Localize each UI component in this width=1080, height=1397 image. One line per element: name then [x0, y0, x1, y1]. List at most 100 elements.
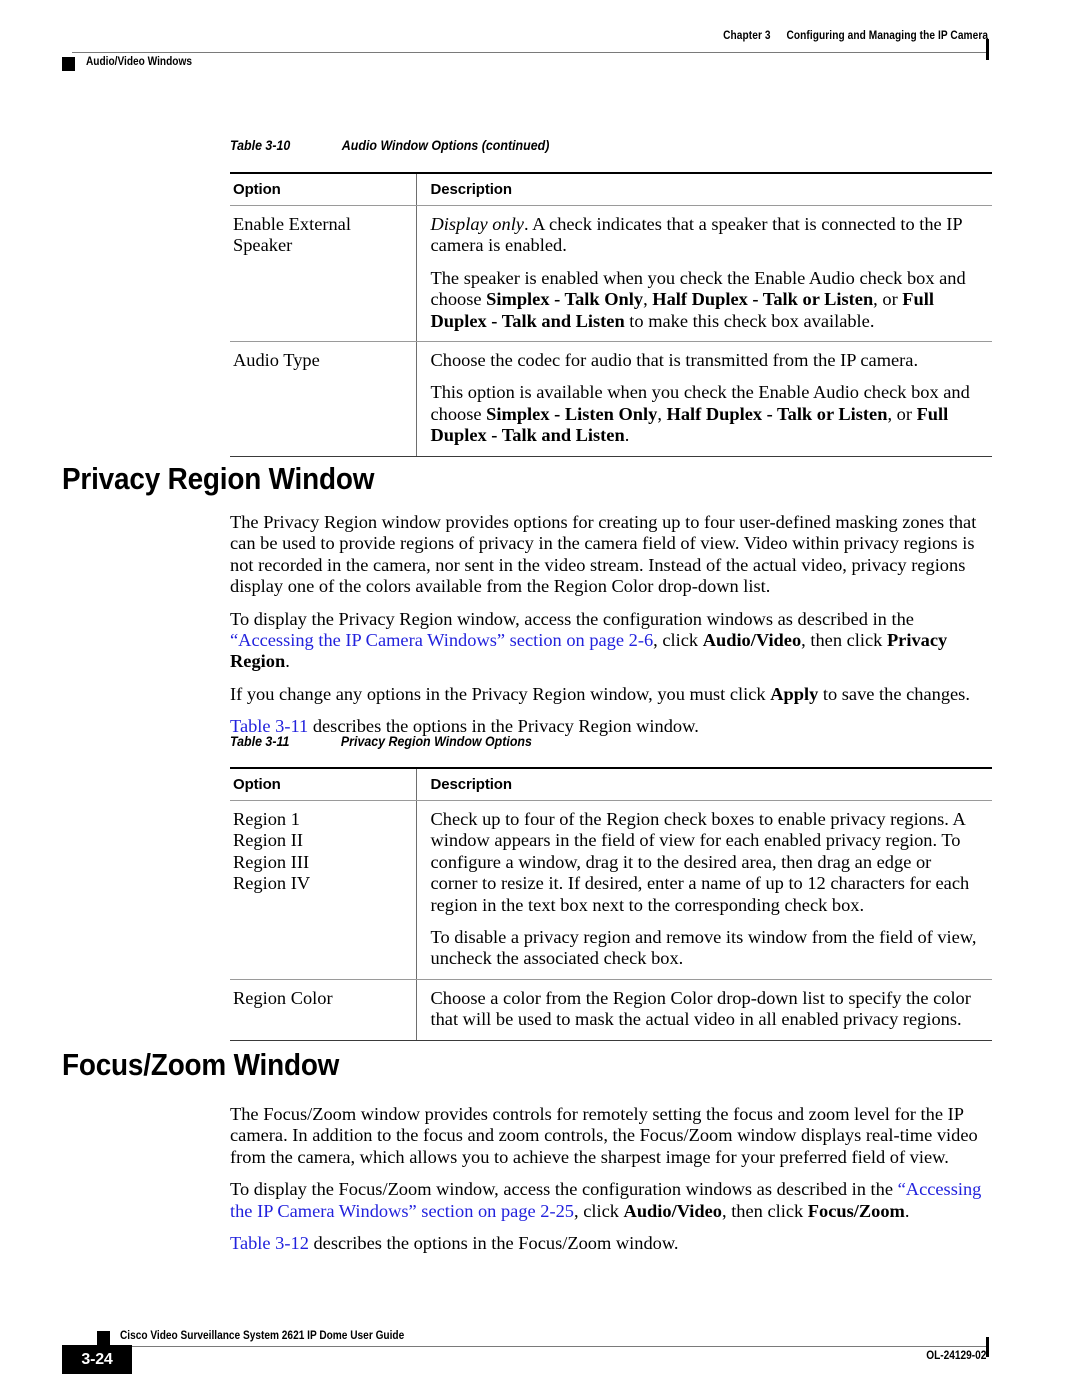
- run-normal: Check up to four of the Region check box…: [430, 809, 970, 915]
- description-paragraph: Display only. A check indicates that a s…: [431, 214, 983, 257]
- cell-description: Display only. A check indicates that a s…: [415, 205, 992, 343]
- run-bold: Audio/Video: [702, 630, 802, 651]
- run-normal: The Focus/Zoom window provides controls …: [230, 1104, 978, 1167]
- table-3-11-caption-number: Table 3-11: [230, 734, 290, 749]
- header-end-tick: [986, 39, 989, 60]
- run-normal: to save the changes.: [818, 683, 970, 704]
- run-normal: , click: [653, 630, 703, 651]
- table-row: Region Color Choose a color from the Reg…: [230, 979, 992, 1041]
- column-header-option: Option: [230, 172, 416, 206]
- option-line: Region 1: [233, 809, 300, 829]
- header-chapter-name: Configuring and Managing the IP Camera: [786, 30, 988, 42]
- cell-option: Audio Type: [230, 341, 416, 457]
- footer-guide-title: Cisco Video Surveillance System 2621 IP …: [120, 1330, 405, 1342]
- cell-option: Region Color: [230, 979, 416, 1041]
- run-bold: Half Duplex - Talk or Listen: [652, 289, 874, 310]
- run-normal: To display the Privacy Region window, ac…: [230, 608, 914, 629]
- table-row: Audio Type Choose the codec for audio th…: [230, 341, 992, 457]
- run-normal: Choose the codec for audio that is trans…: [430, 350, 919, 371]
- run-normal: To disable a privacy region and remove i…: [430, 927, 977, 969]
- footer-end-tick: [986, 1337, 989, 1357]
- option-line: Speaker: [233, 235, 293, 256]
- description-paragraph: Choose the codec for audio that is trans…: [431, 350, 983, 371]
- privacy-region-body: The Privacy Region window provides optio…: [230, 512, 992, 749]
- table-3-11-caption: Table 3-11 Privacy Region Window Options: [230, 734, 532, 749]
- run-normal: to make this check box available.: [624, 310, 875, 331]
- run-normal: .: [285, 651, 290, 672]
- cell-description: Choose the codec for audio that is trans…: [415, 341, 992, 457]
- link-accessing-ip-camera-windows[interactable]: “Accessing the IP Camera Windows” sectio…: [230, 630, 653, 650]
- description-paragraph: The speaker is enabled when you check th…: [431, 268, 983, 332]
- run-normal: To display the Focus/Zoom window, access…: [230, 1179, 898, 1200]
- run-normal: describes the options in the Focus/Zoom …: [308, 1233, 679, 1254]
- cell-description: Choose a color from the Region Color dro…: [415, 979, 992, 1041]
- paragraph: The Privacy Region window provides optio…: [230, 512, 992, 598]
- cell-option: Enable External Speaker: [230, 205, 416, 343]
- table-3-10-caption-title: Audio Window Options (continued): [341, 138, 550, 153]
- table-row: Enable External Speaker Display only. A …: [230, 205, 992, 343]
- option-line: Enable External: [233, 214, 351, 234]
- option-line: Region Color: [233, 987, 333, 1008]
- run-normal: Choose a color from the Region Color dro…: [430, 987, 971, 1030]
- paragraph: If you change any options in the Privacy…: [230, 684, 992, 705]
- page-title-privacy-region-window: Privacy Region Window: [62, 461, 375, 496]
- option-line: Region II: [233, 830, 303, 851]
- column-header-description: Description: [415, 767, 992, 801]
- page-header: Chapter 3 Configuring and Managing the IP…: [0, 30, 1080, 90]
- paragraph: The Focus/Zoom window provides controls …: [230, 1104, 992, 1168]
- run-normal: , or: [873, 289, 903, 310]
- run-bold: Audio/Video: [623, 1200, 722, 1221]
- table-header-row: Option Description: [230, 767, 992, 801]
- run-normal: .: [904, 1200, 910, 1221]
- document-id: OL-24129-02: [925, 1350, 986, 1362]
- description-paragraph: To disable a privacy region and remove i…: [431, 927, 983, 970]
- cell-option: Region 1 Region II Region III Region IV: [230, 800, 416, 980]
- table-3-10-caption-number: Table 3-10: [230, 138, 291, 153]
- run-normal: , then click: [722, 1200, 808, 1221]
- header-square-bullet-icon: [62, 57, 75, 71]
- header-section-name: Audio/Video Windows: [86, 56, 192, 68]
- run-normal: ,: [657, 403, 667, 424]
- run-bold: Half Duplex - Talk or Listen: [666, 403, 888, 424]
- table-header-row: Option Description: [230, 172, 992, 206]
- run-normal: The Privacy Region window provides optio…: [230, 512, 977, 597]
- run-bold: Apply: [770, 683, 819, 704]
- table-3-11: Option Description Region 1 Region II Re…: [230, 767, 992, 1041]
- run-normal: , then click: [801, 630, 887, 651]
- header-chapter-title: Chapter 3 Configuring and Managing the IP…: [723, 30, 988, 42]
- page-number: 3-24: [81, 1351, 113, 1368]
- header-rule: [72, 52, 988, 53]
- run-normal: .: [624, 425, 630, 446]
- paragraph: To display the Privacy Region window, ac…: [230, 609, 992, 673]
- column-header-description: Description: [415, 172, 992, 206]
- cell-description: Check up to four of the Region check box…: [415, 800, 992, 980]
- option-line: Region III: [233, 851, 310, 872]
- footer-rule: [92, 1346, 988, 1347]
- run-normal: , click: [574, 1200, 624, 1221]
- footer-square-bullet-icon: [97, 1331, 110, 1346]
- paragraph: To display the Focus/Zoom window, access…: [230, 1179, 992, 1222]
- link-table-3-12[interactable]: Table 3-12: [230, 1233, 309, 1253]
- description-paragraph: Choose a color from the Region Color dro…: [431, 988, 983, 1031]
- header-chapter-number: Chapter 3: [723, 30, 771, 42]
- run-normal: , or: [887, 403, 917, 424]
- paragraph: Table 3-12 describes the options in the …: [230, 1233, 992, 1254]
- run-bold: Focus/Zoom: [807, 1200, 905, 1221]
- run-normal: If you change any options in the Privacy…: [230, 683, 771, 704]
- column-header-option: Option: [230, 767, 416, 801]
- description-paragraph: Check up to four of the Region check box…: [431, 809, 983, 916]
- option-line: Audio Type: [233, 350, 320, 371]
- description-paragraph: This option is available when you check …: [431, 382, 983, 446]
- table-3-11-caption-title: Privacy Region Window Options: [340, 734, 532, 749]
- option-line: Region IV: [233, 873, 311, 894]
- focus-zoom-body: The Focus/Zoom window provides controls …: [230, 1104, 992, 1265]
- run-normal: ,: [643, 289, 653, 310]
- table-3-10: Option Description Enable External Speak…: [230, 172, 992, 457]
- document-page: Chapter 3 Configuring and Managing the IP…: [0, 0, 1080, 1397]
- run-bold: Simplex - Listen Only: [486, 403, 658, 424]
- run-bold: Simplex - Talk Only: [486, 289, 644, 310]
- table-3-10-caption: Table 3-10 Audio Window Options (continue…: [230, 138, 549, 153]
- table-row: Region 1 Region II Region III Region IV …: [230, 800, 992, 980]
- run-italic: Display only: [430, 214, 524, 234]
- page-footer: Cisco Video Surveillance System 2621 IP …: [0, 1318, 1080, 1388]
